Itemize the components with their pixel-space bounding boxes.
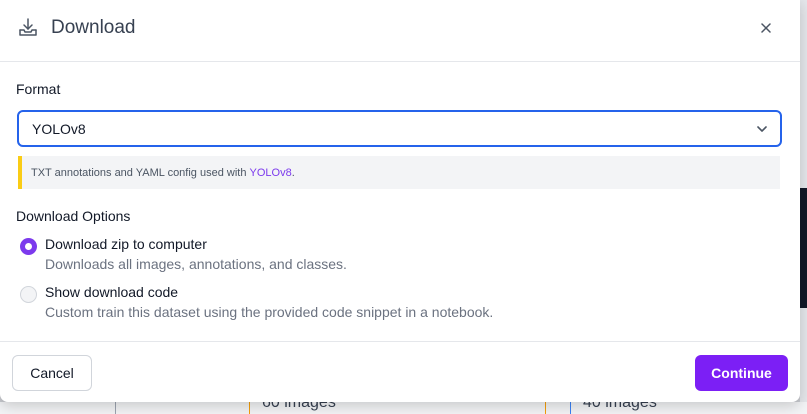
background-divider — [249, 402, 250, 414]
modal-footer: Cancel Continue — [0, 341, 800, 402]
format-info-callout: TXT annotations and YAML config used wit… — [18, 156, 780, 189]
close-icon[interactable] — [758, 20, 774, 36]
format-info-link[interactable]: YOLOv8 — [250, 167, 292, 179]
modal-header: Download — [0, 0, 800, 62]
format-info-suffix: . — [291, 166, 295, 179]
format-info-text: TXT annotations and YAML config used wit… — [31, 166, 247, 179]
option-title: Show download code — [45, 284, 179, 300]
background-divider — [545, 402, 546, 414]
radio-download-zip[interactable] — [20, 238, 37, 255]
option-description: Custom train this dataset using the prov… — [45, 304, 494, 320]
continue-button[interactable]: Continue — [695, 355, 788, 391]
background-image-edge — [800, 188, 807, 308]
download-modal: Download Format YOLOv8 TXT annotations a… — [0, 0, 800, 402]
background-content — [0, 402, 807, 414]
format-label: Format — [16, 81, 61, 97]
option-description: Downloads all images, annotations, and c… — [45, 256, 347, 272]
radio-show-code[interactable] — [20, 286, 37, 303]
background-divider — [115, 402, 116, 414]
background-divider — [570, 402, 571, 414]
modal-title: Download — [51, 17, 136, 38]
chevron-down-icon — [757, 126, 767, 132]
format-select-value: YOLOv8 — [32, 120, 86, 137]
option-title: Download zip to computer — [45, 236, 207, 252]
format-select[interactable]: YOLOv8 — [17, 110, 782, 147]
download-options-label: Download Options — [16, 208, 131, 224]
cancel-button[interactable]: Cancel — [12, 355, 92, 391]
download-tray-icon — [19, 18, 37, 36]
modal-body: Format YOLOv8 TXT annotations and YAML c… — [0, 62, 800, 341]
